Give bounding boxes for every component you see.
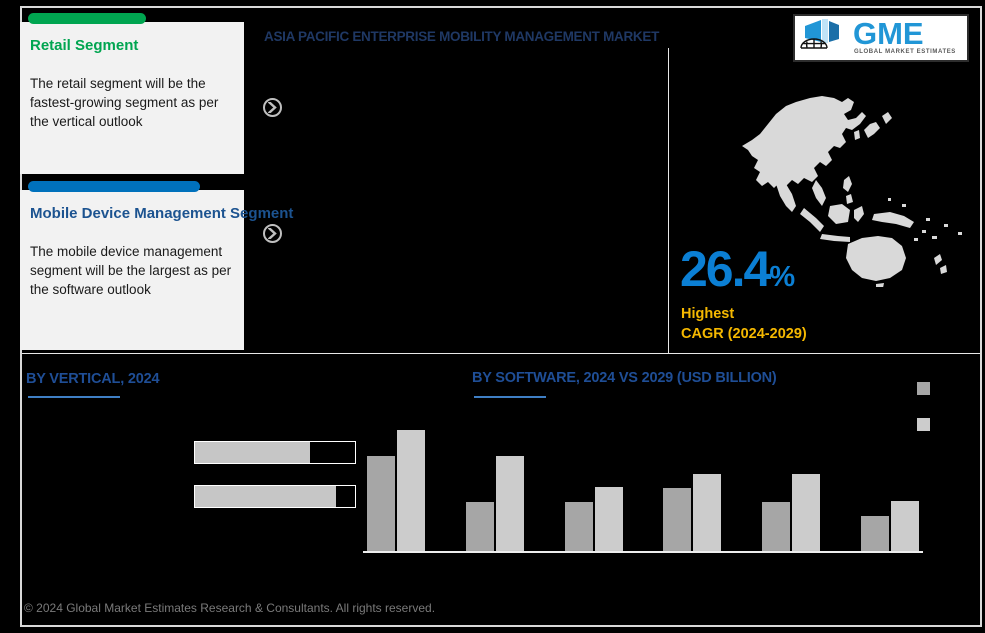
bar-2024 [564,502,593,551]
legend-swatch-2024 [917,382,930,395]
bar-2029 [891,500,919,551]
chart-plot-area [363,420,923,551]
card-body-retail: The retail segment will be the fastest-g… [30,75,219,129]
hbar-fill [195,486,336,507]
chevron-right-circle-icon[interactable] [263,98,282,117]
bar-2024 [861,515,889,551]
card-accent-bar-mdm [28,181,200,192]
chart-title-underline-vertical [28,396,120,398]
card-body-mdm: The mobile device management segment wil… [30,243,232,297]
chart-title-underline-software [474,396,546,398]
cagr-value: 26.4% [680,241,795,297]
bar-2029 [495,456,524,551]
chart-x-axis [363,551,923,553]
chevron-right-circle-icon[interactable] [263,224,282,243]
vertical-divider [668,48,669,354]
bar-group [857,420,923,551]
bar-2029 [693,473,722,551]
chart-title-by-software: BY SOFTWARE, 2024 VS 2029 (USD BILLION) [472,370,777,386]
callout-card-mobile-device-management[interactable]: Mobile Device Management Segment The mob… [20,181,294,350]
bar-2024 [465,502,494,551]
legend-label-2029: 2029 [935,419,956,430]
horizontal-divider [22,353,980,354]
bar-group [758,420,824,551]
cagr-percent-symbol: % [769,261,795,293]
legend-label-2024: 2024 [935,383,956,394]
footer-copyright: © 2024 Global Market Estimates Research … [24,601,436,615]
card-title-retail: Retail Segment [30,37,139,54]
bar-group [561,420,627,551]
globe-chart-icon [795,16,853,60]
logo-text-block: GME GLOBAL MARKET ESTIMATES [853,16,967,60]
cagr-number: 26.4 [680,241,771,297]
bar-group [462,420,528,551]
callout-card-retail[interactable]: Retail Segment The retail segment will b… [20,13,244,174]
bar-group [659,420,725,551]
hbar-fill [195,442,311,463]
legend-item: 2029 [917,418,955,431]
logo-name: GME [853,16,924,51]
card-accent-bar-retail [28,13,146,24]
hbar-row [194,485,356,508]
bar-2029 [594,487,623,551]
logo-tagline: GLOBAL MARKET ESTIMATES [854,49,956,55]
infographic-canvas: Retail Segment The retail segment will b… [0,0,985,633]
legend-swatch-2029 [917,418,930,431]
company-logo[interactable]: GME GLOBAL MARKET ESTIMATES [793,14,969,62]
chart-by-software [363,420,923,555]
bar-2024 [762,502,791,551]
page-title: ASIA PACIFIC ENTERPRISE MOBILITY MANAGEM… [264,29,660,44]
bar-2024 [367,456,395,551]
cagr-label: Highest CAGR (2024-2029) [681,305,807,344]
card-title-mdm: Mobile Device Management Segment [30,205,294,222]
bar-2029 [792,473,821,551]
chart-legend: 2024 2029 [917,382,977,437]
chart-title-by-vertical: BY VERTICAL, 2024 [26,371,160,387]
hbar-row [194,441,356,464]
legend-item: 2024 [917,382,955,395]
bar-group [363,420,429,551]
bar-2029 [397,430,425,551]
chart-by-vertical [194,441,356,511]
bar-2024 [663,488,692,551]
cagr-label-line1: Highest [681,306,735,322]
cagr-label-line2: CAGR (2024-2029) [681,325,807,342]
